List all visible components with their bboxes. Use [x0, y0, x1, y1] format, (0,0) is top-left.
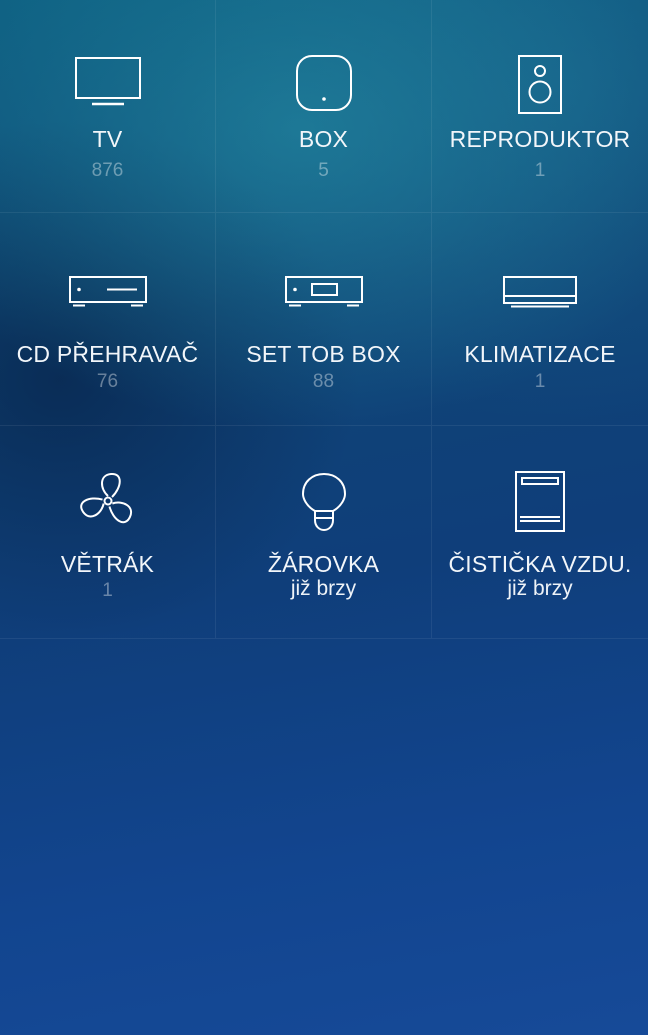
box-icon [296, 55, 352, 111]
device-count: 876 [91, 160, 124, 181]
device-tile-light-bulb[interactable]: ŽÁROVKA již brzy [216, 426, 432, 639]
device-tile-air-conditioner[interactable]: KLIMATIZACE 1 [432, 213, 648, 426]
air-purifier-icon [515, 471, 565, 533]
device-count: 88 [312, 371, 335, 392]
coming-soon-label: již brzy [290, 577, 357, 600]
device-label: BOX [298, 126, 349, 152]
device-tile-box[interactable]: BOX 5 [216, 0, 432, 213]
device-label: ŽÁROVKA [267, 551, 380, 577]
device-tile-fan[interactable]: VĚTRÁK 1 [0, 426, 216, 639]
device-label: ČISTIČKA VZDU. [448, 551, 632, 577]
air-conditioner-icon [503, 276, 577, 312]
set-top-box-icon [285, 276, 363, 308]
device-label: CD PŘEHRAVAČ [16, 341, 199, 367]
device-label: TV [92, 126, 123, 152]
coming-soon-label: již brzy [507, 577, 573, 600]
device-label: VĚTRÁK [60, 551, 155, 577]
fan-icon [78, 471, 138, 531]
device-grid: TV 876 BOX 5 REPRODUKTOR 1 CD PŘEHRAVAČ … [0, 0, 648, 639]
cd-player-icon [69, 276, 147, 308]
speaker-icon [518, 55, 562, 115]
tv-icon [75, 57, 141, 107]
device-count: 1 [534, 371, 546, 392]
device-tile-set-top-box[interactable]: SET TOB BOX 88 [216, 213, 432, 426]
device-tile-air-purifier[interactable]: ČISTIČKA VZDU. již brzy [432, 426, 648, 639]
device-tile-tv[interactable]: TV 876 [0, 0, 216, 213]
light-bulb-icon [301, 473, 347, 533]
device-count: 1 [102, 580, 113, 601]
device-tile-cd-player[interactable]: CD PŘEHRAVAČ 76 [0, 213, 216, 426]
device-label: KLIMATIZACE [464, 341, 616, 367]
device-count: 1 [534, 160, 546, 181]
device-count: 5 [318, 160, 329, 181]
device-tile-speaker[interactable]: REPRODUKTOR 1 [432, 0, 648, 213]
device-label: REPRODUKTOR [449, 126, 631, 152]
device-count: 76 [96, 371, 119, 392]
device-label: SET TOB BOX [246, 341, 401, 367]
